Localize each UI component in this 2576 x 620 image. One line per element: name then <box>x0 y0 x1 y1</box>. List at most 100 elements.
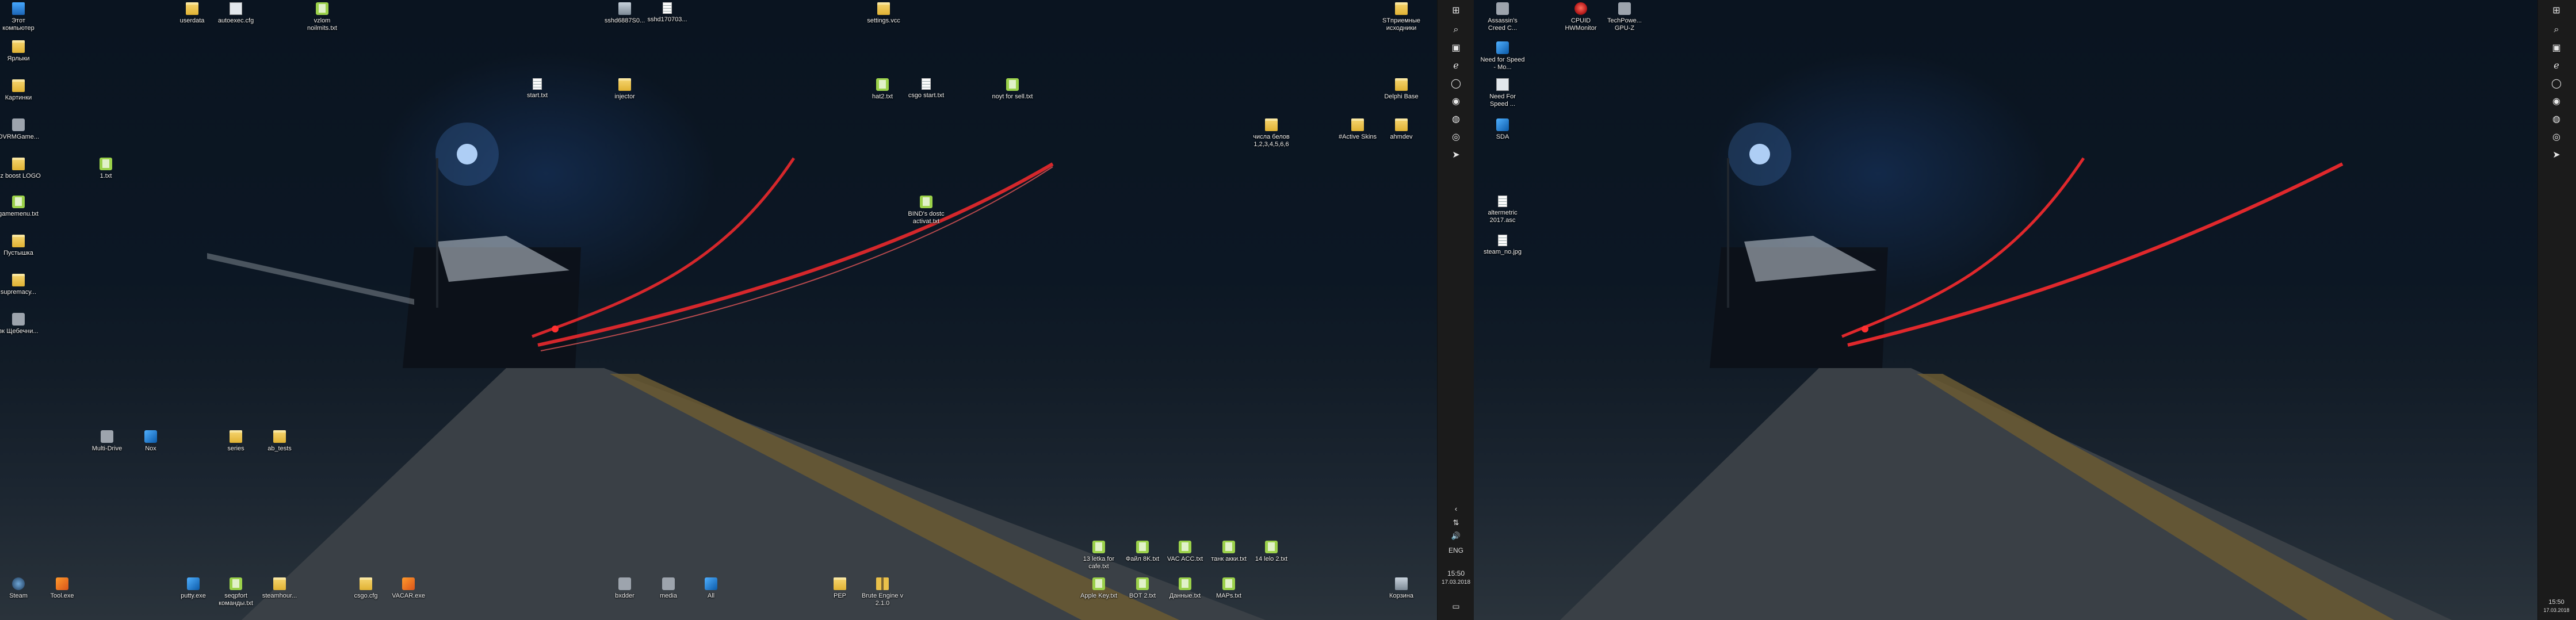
desktop-icon-putty[interactable]: putty.exe <box>170 577 216 600</box>
edge-icon[interactable]: ℯ <box>1447 58 1465 74</box>
windows-start-icon-2[interactable]: ⊞ <box>2547 2 2566 18</box>
file-explorer-icon[interactable]: ▣ <box>1447 40 1465 56</box>
desktop-icon-autoexec[interactable]: autoexec.cfg <box>213 2 259 25</box>
desktop-icon-label: csgo.cfg <box>354 592 378 599</box>
search-icon[interactable]: ⌕ <box>2547 22 2566 38</box>
desktop-icon-label: вк Щебечни... <box>0 328 39 335</box>
desktop-icon-ez-boost[interactable]: Ez boost LOGO <box>0 158 41 180</box>
desktop-icon-noyt[interactable]: noyt for sell.txt <box>989 78 1035 101</box>
desktop-icon-supremacy[interactable]: supremacy... <box>0 274 41 296</box>
steam-taskbar-icon[interactable]: ◍ <box>2547 111 2566 127</box>
desktop-icon-nfs-most[interactable]: Need for Speed - Mo... <box>1480 41 1526 71</box>
opera-icon[interactable]: ◯ <box>2547 75 2566 91</box>
telegram-icon[interactable]: ➤ <box>1447 147 1465 163</box>
skype-icon[interactable]: ◉ <box>2547 93 2566 109</box>
desktop-icon-sshd1[interactable]: sshd6887S0... <box>602 2 648 25</box>
desktop-icon-assassins[interactable]: Assassin's Creed C... <box>1480 2 1526 32</box>
desktop-icon-recycle-bin[interactable]: Корзина <box>1378 577 1424 600</box>
desktop-icon-pictures[interactable]: Картинки <box>0 79 41 102</box>
clock-time-2[interactable]: 15:50 <box>2538 598 2575 606</box>
desktop-icon-one-txt[interactable]: 1.txt <box>83 158 129 180</box>
chrome-icon[interactable]: ◎ <box>2547 129 2566 145</box>
desktop-icon-label: PEP <box>833 592 846 599</box>
desktop-icon-brute-engine[interactable]: Brute Engine v 2.1.0 <box>859 577 905 607</box>
chevron-up-icon[interactable]: ‹ <box>1447 500 1465 516</box>
desktop-icon-dannye[interactable]: Данные.txt <box>1162 577 1208 600</box>
desktop-icon-csgo-start[interactable]: csgo start.txt <box>903 78 949 99</box>
desktop-icon-ahmdev[interactable]: ahmdev <box>1378 118 1424 141</box>
desktop-icon-nfs[interactable]: Need For Speed ... <box>1480 78 1526 108</box>
desktop-icon-tanki[interactable]: танк акки.txt <box>1206 541 1252 563</box>
skype-icon[interactable]: ◉ <box>1447 93 1465 109</box>
clock-date-2[interactable]: 17.03.2018 <box>2538 606 2575 614</box>
desktop-icon-vacar[interactable]: VACAR.exe <box>385 577 431 600</box>
steam-taskbar-icon[interactable]: ◍ <box>1447 111 1465 127</box>
desktop-icon-stpriemnye[interactable]: STприемные исходники <box>1378 2 1424 32</box>
desktop-icon-techpower[interactable]: TechPowe... GPU-Z <box>1602 2 1648 32</box>
app-icon <box>1496 118 1509 131</box>
clock-date[interactable]: 17.03.2018 <box>1438 579 1474 587</box>
desktop-icon-bxdder[interactable]: bxdder <box>602 577 648 600</box>
desktop-icon-pep[interactable]: PEP <box>817 577 863 600</box>
desktop-icon-chisla[interactable]: числа белов 1,2,3,4,5,6,6 <box>1248 118 1294 148</box>
text-file-icon <box>1136 577 1149 590</box>
desktop-icon-hat2[interactable]: hat2.txt <box>859 78 905 101</box>
edge-icon[interactable]: ℯ <box>2547 58 2566 74</box>
desktop-icon-sda[interactable]: SDA <box>1480 118 1526 141</box>
desktop-icon-label: VACAR.exe <box>392 592 425 599</box>
desktop-icon-delphi-base[interactable]: Delphi Base <box>1378 78 1424 101</box>
desktop-icon-gamemenu[interactable]: gamemenu.txt <box>0 196 41 218</box>
desktop-icon-vac-acc[interactable]: VAC ACC.txt <box>1162 541 1208 563</box>
desktop-icon-nox[interactable]: Nox <box>128 430 174 453</box>
text-file-icon <box>1179 577 1191 590</box>
desktop-icon-tool-exe[interactable]: Tool.exe <box>39 577 85 600</box>
windows-start-icon[interactable]: ⊞ <box>1447 2 1465 18</box>
clock-time[interactable]: 15:50 <box>1438 569 1474 577</box>
chrome-icon[interactable]: ◎ <box>1447 129 1465 145</box>
text-file-icon <box>100 158 112 170</box>
file-explorer-icon[interactable]: ▣ <box>2547 40 2566 56</box>
notification-icon[interactable]: ▭ <box>1447 598 1465 614</box>
desktop-icon-steam-no-jpg[interactable]: steam_no.jpg <box>1480 235 1526 256</box>
desktop-icon-vzlom[interactable]: vzlom noilmits.txt <box>299 2 345 32</box>
desktop-icon-ab-tests[interactable]: ab_tests <box>257 430 303 453</box>
desktop-icon-apple-key[interactable]: Apple Key.txt <box>1076 577 1122 600</box>
folder-icon <box>12 158 25 170</box>
desktop-right[interactable]: Assassin's Creed C... CPUID HWMonitor Tech… <box>1474 0 2537 620</box>
telegram-icon[interactable]: ➤ <box>2547 147 2566 163</box>
desktop-icon-all[interactable]: All <box>688 577 734 600</box>
desktop-icon-14-lelo[interactable]: 14 lelo 2.txt <box>1248 541 1294 563</box>
desktop-icon-start-txt[interactable]: start.txt <box>514 78 560 99</box>
desktop-icon-injector[interactable]: injector <box>602 78 648 101</box>
opera-icon[interactable]: ◯ <box>1447 75 1465 91</box>
desktop-icon-multi-drive[interactable]: Multi-Drive <box>84 430 130 453</box>
desktop-icon-settings[interactable]: settings.vcc <box>861 2 907 25</box>
desktop-icon-ovr[interactable]: OVRMGame... <box>0 118 41 141</box>
desktop-left[interactable]: Этот компьютер Ярлыки Картинки OVRMGame... E… <box>0 0 1437 620</box>
desktop-icon-steam[interactable]: Steam <box>0 577 41 600</box>
desktop-icon-empty[interactable]: Пустышка <box>0 235 41 257</box>
desktop-icon-userdata[interactable]: userdata <box>169 2 215 25</box>
desktop-icon-altermetric[interactable]: altermetric 2017.asc <box>1480 196 1526 224</box>
language-indicator[interactable]: ENG <box>1438 546 1474 554</box>
desktop-icon-this-pc[interactable]: Этот компьютер <box>0 2 41 32</box>
desktop-icon-cpuid[interactable]: CPUID HWMonitor <box>1558 2 1604 32</box>
desktop-icon-series[interactable]: series <box>213 430 259 453</box>
volume-icon[interactable]: 🔊 <box>1447 528 1465 544</box>
desktop-icon-13-letka[interactable]: 13 letka for cafe.txt <box>1076 541 1122 571</box>
app-icon <box>402 577 415 590</box>
desktop-icon-active-skins[interactable]: #Active Skins <box>1335 118 1381 141</box>
desktop-icon-maps[interactable]: MAPs.txt <box>1206 577 1252 600</box>
desktop-icon-sshd2[interactable]: sshd170703... <box>644 2 690 24</box>
desktop-icon-media[interactable]: media <box>645 577 691 600</box>
desktop-icon-fail-8k[interactable]: Файл 8K.txt <box>1119 541 1165 563</box>
desktop-icon-label: VAC ACC.txt <box>1167 556 1203 562</box>
search-icon[interactable]: ⌕ <box>1447 22 1465 38</box>
desktop-icon-csgo-cfg[interactable]: csgo.cfg <box>343 577 389 600</box>
desktop-icon-shipport[interactable]: seqpfort команды.txt <box>213 577 259 607</box>
desktop-icon-binds[interactable]: BIND's dostc activat.txt <box>903 196 949 225</box>
desktop-icon-bot2[interactable]: BOT 2.txt <box>1119 577 1165 600</box>
desktop-icon-vk-garbage[interactable]: вк Щебечни... <box>0 313 41 335</box>
desktop-icon-shortcuts[interactable]: Ярлыки <box>0 40 41 63</box>
desktop-icon-steamshour[interactable]: steamhour... <box>257 577 303 600</box>
